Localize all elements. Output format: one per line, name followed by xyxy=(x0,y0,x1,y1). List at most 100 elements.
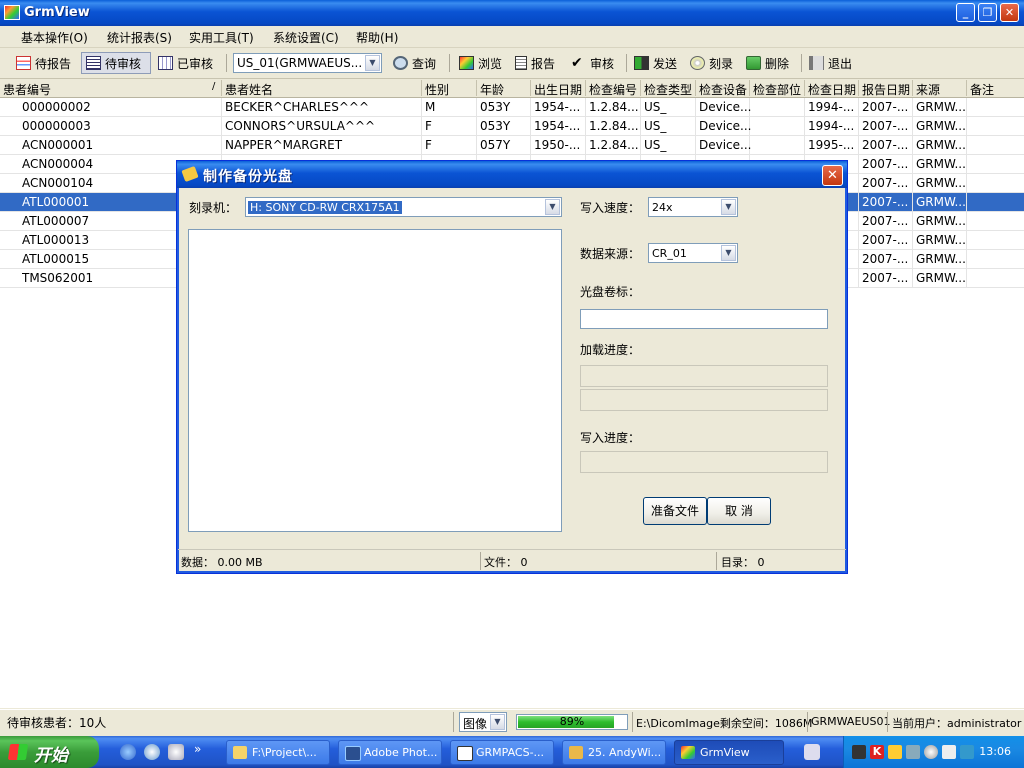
data-source-select[interactable]: CR_01 ▼ xyxy=(648,243,738,263)
task-explorer[interactable]: F:\Project\... xyxy=(226,740,330,765)
status-bar: 待审核患者：10人 图像 ▼ 89% E:\DicomImage剩余空间：108… xyxy=(0,709,1024,735)
chevron-down-icon[interactable]: ▼ xyxy=(721,199,736,215)
table-row[interactable]: ACN000001 NAPPER^MARGRET F 057Y 1950-... 1.2.… xyxy=(0,136,1024,155)
table-cell-type: US_ xyxy=(644,100,667,114)
ie-icon[interactable] xyxy=(120,744,136,760)
delete-button[interactable]: 删除 xyxy=(746,52,789,74)
col-header-report-date[interactable]: 报告日期 xyxy=(862,81,910,98)
col-header-exam-date[interactable]: 检查日期 xyxy=(808,81,856,98)
review-button[interactable]: ✔ 审核 xyxy=(571,52,614,74)
menu-basic-ops[interactable]: 基本操作(O) xyxy=(21,29,88,46)
pending-report-button[interactable]: 待报告 xyxy=(16,52,71,74)
reviewed-label: 已审核 xyxy=(177,56,214,71)
network-icon[interactable] xyxy=(906,745,920,759)
task-label: GrmView xyxy=(700,746,750,759)
start-label: 开始 xyxy=(34,746,68,766)
media-icon[interactable] xyxy=(168,744,184,760)
task-photoshop[interactable]: Adobe Phot... xyxy=(338,740,442,765)
volume-label-input[interactable] xyxy=(580,309,828,329)
task-grmpacs[interactable]: GRMPACS-... xyxy=(450,740,554,765)
quicklaunch-more-icon[interactable]: » xyxy=(194,742,201,756)
dialog-titlebar[interactable]: 制作备份光盘 ✕ xyxy=(177,161,847,188)
load-progress-label: 加载进度： xyxy=(580,343,641,357)
browse-button[interactable]: 浏览 xyxy=(459,52,502,74)
toolbar: 待报告 待审核 已审核 US_01(GRMWAEUS... ▼ 查询 浏览 报告… xyxy=(0,48,1024,79)
grid-header: 患者编号 / 患者姓名 性别 年龄 出生日期 检查编号 检查类型 检查设备 检查… xyxy=(0,79,1024,98)
table-cell-rdate: 2007-... xyxy=(862,195,909,209)
pending-review-button[interactable]: 待审核 xyxy=(81,52,151,74)
table-row[interactable]: 000000002 BECKER^CHARLES^^^ M 053Y 1954-... 1… xyxy=(0,98,1024,117)
maximize-button[interactable]: ❐ xyxy=(978,3,997,22)
col-header-source[interactable]: 来源 xyxy=(916,81,940,98)
pending-review-label: 待审核 xyxy=(105,56,142,71)
chevron-down-icon[interactable]: ▼ xyxy=(545,199,560,215)
view-mode-combo[interactable]: 图像 ▼ xyxy=(459,712,507,732)
col-header-patient-id[interactable]: 患者编号 xyxy=(3,81,203,98)
status-dir-count: 目录： 0 xyxy=(721,556,765,569)
image-icon xyxy=(459,56,474,70)
col-header-body-part[interactable]: 检查部位 xyxy=(753,81,801,98)
shield-icon[interactable] xyxy=(960,745,974,759)
dialog-close-button[interactable]: ✕ xyxy=(822,165,843,186)
windows-logo-icon xyxy=(7,744,29,760)
cancel-button[interactable]: 取 消 xyxy=(707,497,771,525)
input-method-icon[interactable] xyxy=(942,745,956,759)
col-header-exam-type[interactable]: 检查类型 xyxy=(644,81,692,98)
pending-patients-count: 待审核患者：10人 xyxy=(7,716,107,730)
prepare-files-button[interactable]: 准备文件 xyxy=(643,497,707,525)
chevron-down-icon[interactable]: ▼ xyxy=(490,714,505,730)
burn-button[interactable]: 刻录 xyxy=(690,52,733,74)
menu-tools[interactable]: 实用工具(T) xyxy=(189,29,254,46)
chevron-down-icon[interactable]: ▼ xyxy=(365,55,380,71)
menu-reports[interactable]: 统计报表(S) xyxy=(107,29,172,46)
photoshop-icon xyxy=(345,746,361,761)
settings-icon[interactable] xyxy=(924,745,938,759)
col-header-note[interactable]: 备注 xyxy=(970,81,994,98)
grmview-icon xyxy=(681,746,695,759)
printer-icon[interactable] xyxy=(852,745,866,759)
table-cell-type: US_ xyxy=(644,119,667,133)
write-speed-select[interactable]: 24x ▼ xyxy=(648,197,738,217)
query-button[interactable]: 查询 xyxy=(393,52,436,74)
source-combo[interactable]: US_01(GRMWAEUS... ▼ xyxy=(233,53,382,73)
chevron-down-icon[interactable]: ▼ xyxy=(721,245,736,261)
col-header-exam-no[interactable]: 检查编号 xyxy=(589,81,637,98)
send-label: 发送 xyxy=(653,56,678,71)
progress-label: 89% xyxy=(559,715,585,728)
col-header-name[interactable]: 患者姓名 xyxy=(225,81,273,98)
lock-icon[interactable] xyxy=(888,745,902,759)
col-header-device[interactable]: 检查设备 xyxy=(699,81,747,98)
col-header-sex[interactable]: 性别 xyxy=(425,81,449,98)
status-data-size: 数据： 0.00 MB xyxy=(181,556,263,569)
exit-icon xyxy=(809,56,824,70)
col-header-dob[interactable]: 出生日期 xyxy=(534,81,582,98)
close-button[interactable]: ✕ xyxy=(1000,3,1019,22)
task-andywin[interactable]: 25. AndyWi... xyxy=(562,740,666,765)
document-icon xyxy=(457,746,473,761)
table-row[interactable]: 000000003 CONNORS^URSULA^^^ F 053Y 1954-... 1… xyxy=(0,117,1024,136)
send-icon xyxy=(634,56,649,70)
minimize-button[interactable]: _ xyxy=(956,3,975,22)
table-cell-name: CONNORS^URSULA^^^ xyxy=(225,119,376,133)
reviewed-button[interactable]: 已审核 xyxy=(158,52,213,74)
file-list[interactable] xyxy=(188,229,562,532)
burner-select[interactable]: H: SONY CD-RW CRX175A1 ▼ xyxy=(245,197,562,217)
task-label: F:\Project\... xyxy=(252,746,317,759)
send-button[interactable]: 发送 xyxy=(634,52,677,74)
task-grmview[interactable]: GrmView xyxy=(674,740,784,765)
table-cell-rdate: 2007-... xyxy=(862,100,909,114)
exit-button[interactable]: 退出 xyxy=(809,52,852,74)
menu-help[interactable]: 帮助(H) xyxy=(356,29,398,46)
burner-label: 刻录机： xyxy=(189,201,238,215)
keyboard-icon[interactable] xyxy=(804,744,820,760)
start-button[interactable]: 开始 xyxy=(0,736,99,768)
write-progress-bar xyxy=(580,451,828,473)
window-titlebar[interactable]: GrmView _ ❐ ✕ xyxy=(0,0,1024,26)
toolbar-separator xyxy=(449,54,450,72)
antivirus-icon[interactable]: K xyxy=(870,745,884,759)
outlook-icon[interactable] xyxy=(144,744,160,760)
table-cell-name: BECKER^CHARLES^^^ xyxy=(225,100,370,114)
report-button[interactable]: 报告 xyxy=(515,52,555,74)
col-header-age[interactable]: 年龄 xyxy=(480,81,504,98)
menu-settings[interactable]: 系统设置(C) xyxy=(273,29,339,46)
